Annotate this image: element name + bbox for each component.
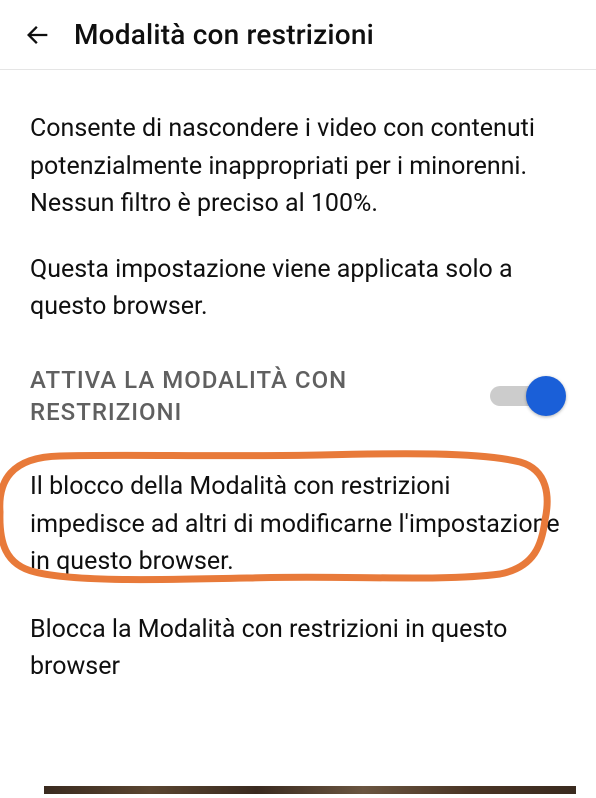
header: Modalità con restrizioni [0,0,596,70]
toggle-label: ATTIVA LA MODALITÀ CON RESTRIZIONI [30,364,430,429]
lock-action-link[interactable]: Blocca la Modalità con restrizioni in qu… [30,611,566,686]
toggle-thumb [526,376,566,416]
restricted-mode-toggle-row: ATTIVA LA MODALITÀ CON RESTRIZIONI [30,354,566,449]
page-title: Modalità con restrizioni [74,18,374,51]
bottom-strip-decoration [44,786,576,794]
description-text-2: Questa impostazione viene applicata solo… [30,251,566,326]
restricted-mode-toggle[interactable] [490,376,566,416]
description-text-1: Consente di nascondere i video con conte… [30,110,566,223]
back-arrow-icon[interactable] [24,21,52,49]
lock-description-text: Il blocco della Modalità con restrizioni… [30,468,566,581]
content-area: Consente di nascondere i video con conte… [0,70,596,736]
